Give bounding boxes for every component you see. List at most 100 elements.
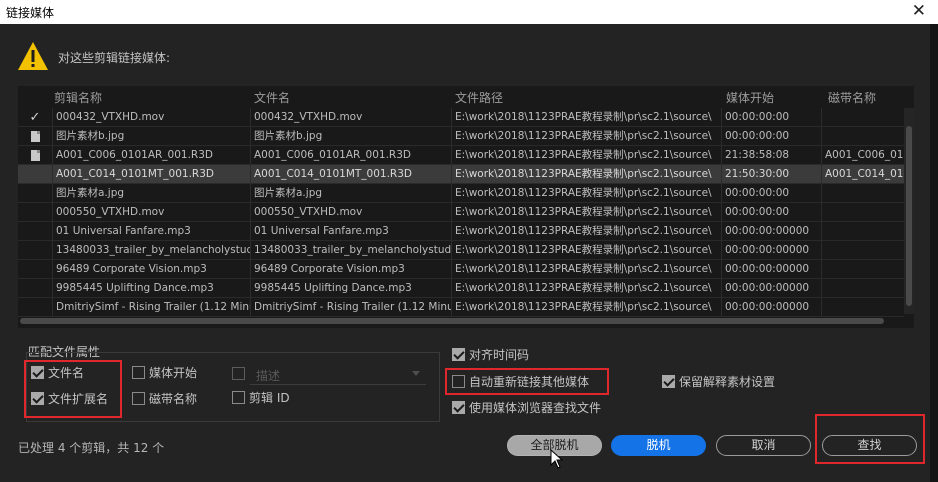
table-row[interactable]: 000550_VTXHD.mov 000550_VTXHD.mov E:\work\… (18, 203, 904, 222)
table-row[interactable]: 图片素材a.jpg 图片素材a.jpg E:\work\2018\1123PRAE教… (18, 184, 904, 203)
status-cell (18, 146, 52, 165)
file-path-cell: E:\work\2018\1123PRAE教程录制\pr\sc2.1\sourc… (451, 298, 721, 317)
mouse-cursor-icon (550, 449, 564, 469)
window-edge (930, 24, 938, 482)
media-start-cell: 00:00:00:00 (721, 108, 821, 127)
tape-name-cell (821, 108, 904, 127)
file-path-cell: E:\work\2018\1123PRAE教程录制\pr\sc2.1\sourc… (451, 108, 721, 127)
checkbox-box[interactable] (132, 366, 145, 379)
checkbox-box[interactable] (452, 348, 465, 361)
file-path-cell: E:\work\2018\1123PRAE教程录制\pr\sc2.1\sourc… (451, 146, 721, 165)
col-file-name[interactable]: 文件名 (254, 89, 290, 106)
media-start-cell: 00:00:00:00000 (721, 260, 821, 279)
media-start-cell: 00:00:00:00 (721, 203, 821, 222)
checkbox-box[interactable] (232, 391, 245, 404)
tape-name-cell (821, 298, 904, 317)
highlight-box-file-attrs (24, 360, 122, 418)
clip-name-cell: 01 Universal Fanfare.mp3 (52, 222, 250, 241)
status-cell (18, 279, 52, 298)
table-row[interactable]: A001_C014_0101MT_001.R3D A001_C014_0101MT… (18, 165, 904, 184)
preserve-interpret-checkbox[interactable]: 保留解释素材设置 (662, 373, 775, 391)
file-path-cell: E:\work\2018\1123PRAE教程录制\pr\sc2.1\sourc… (451, 260, 721, 279)
file-path-cell: E:\work\2018\1123PRAE教程录制\pr\sc2.1\sourc… (451, 222, 721, 241)
file-name-cell: 图片素材b.jpg (250, 127, 451, 146)
file-name-cell: 000550_VTXHD.mov (250, 203, 451, 222)
media-start-checkbox[interactable]: 媒体开始 (132, 364, 197, 382)
clip-name-cell: A001_C006_0101AR_001.R3D (52, 146, 250, 165)
locate-button[interactable]: 查找 (822, 435, 917, 456)
checkbox-box[interactable] (452, 401, 465, 414)
media-start-cell: 00:00:00:00 (721, 184, 821, 203)
file-path-cell: E:\work\2018\1123PRAE教程录制\pr\sc2.1\sourc… (451, 127, 721, 146)
table-row[interactable]: DmitriySimf - Rising Trailer (1.12 Minut… (18, 298, 904, 317)
status-cell (18, 298, 52, 317)
checkbox-box[interactable] (232, 367, 245, 380)
status-text: 已处理 4 个剪辑，共 12 个 (18, 441, 165, 455)
title-bar: 链接媒体 ✕ (0, 0, 938, 24)
chevron-down-icon (412, 371, 420, 376)
clip-name-cell: DmitriySimf - Rising Trailer (1.12 Minut (52, 298, 250, 317)
clip-id-checkbox[interactable]: 剪辑 ID (232, 389, 290, 407)
table-row[interactable]: 01 Universal Fanfare.mp3 01 Universal Fan… (18, 222, 904, 241)
tape-name-cell (821, 203, 904, 222)
media-start-cell: 21:50:30:00 (721, 165, 821, 184)
table-row[interactable]: 图片素材b.jpg 图片素材b.jpg E:\work\2018\1123PRAE教… (18, 127, 904, 146)
table-row[interactable]: ✓ 000432_VTXHD.mov 000432_VTXHD.mov E:\work… (18, 108, 904, 127)
clip-name-cell: A001_C014_0101MT_001.R3D (52, 165, 250, 184)
link-media-dialog: 链接媒体 ✕ 对这些剪辑链接媒体: 剪辑名称 文件名 文件路径 媒体开始 磁带名… (0, 0, 938, 482)
use-media-browser-checkbox[interactable]: 使用媒体浏览器查找文件 (452, 399, 601, 417)
description-dropdown[interactable]: 描述 (250, 365, 426, 385)
file-name-cell: 000432_VTXHD.mov (250, 108, 451, 127)
media-start-cell: 21:38:58:08 (721, 146, 821, 165)
col-file-path[interactable]: 文件路径 (455, 89, 503, 106)
file-name-cell: A001_C014_0101MT_001.R3D (250, 165, 451, 184)
offline-button[interactable]: 脱机 (611, 435, 706, 456)
file-name-cell: 9985445 Uplifting Dance.mp3 (250, 279, 451, 298)
table-row[interactable]: 96489 Corporate Vision.mp3 96489 Corporat… (18, 260, 904, 279)
warning-icon (18, 42, 48, 70)
media-start-cell: 00:00:00:00000 (721, 279, 821, 298)
table-row[interactable]: A001_C006_0101AR_001.R3D A001_C006_0101AR… (18, 146, 904, 165)
col-media-start[interactable]: 媒体开始 (726, 89, 774, 106)
file-name-cell: A001_C006_0101AR_001.R3D (250, 146, 451, 165)
align-timecode-checkbox[interactable]: 对齐时间码 (452, 346, 529, 364)
checkbox-box[interactable] (662, 375, 675, 388)
col-tape-name[interactable]: 磁带名称 (828, 89, 876, 106)
file-name-cell: 01 Universal Fanfare.mp3 (250, 222, 451, 241)
clip-name-cell: 000550_VTXHD.mov (52, 203, 250, 222)
file-path-cell: E:\work\2018\1123PRAE教程录制\pr\sc2.1\sourc… (451, 203, 721, 222)
vertical-scrollbar[interactable] (904, 108, 914, 314)
cancel-button[interactable]: 取消 (716, 435, 811, 456)
file-path-cell: E:\work\2018\1123PRAE教程录制\pr\sc2.1\sourc… (451, 184, 721, 203)
file-path-cell: E:\work\2018\1123PRAE教程录制\pr\sc2.1\sourc… (451, 241, 721, 260)
description-checkbox[interactable] (232, 367, 249, 385)
file-name-cell: 图片素材a.jpg (250, 184, 451, 203)
file-name-cell: 13480033_trailer_by_melancholystudio (250, 241, 451, 260)
status-cell: ✓ (18, 108, 52, 127)
status-cell (18, 165, 52, 184)
tape-name-cell (821, 127, 904, 146)
check-icon: ✓ (29, 110, 41, 125)
horizontal-scrollbar[interactable] (20, 316, 900, 326)
status-cell (18, 260, 52, 279)
file-icon (30, 150, 40, 161)
clip-table: 剪辑名称 文件名 文件路径 媒体开始 磁带名称 ✓ 000432_VTXHD.mo… (18, 86, 914, 328)
tape-name-cell: A001_C006_0101 (821, 146, 904, 165)
tape-name-checkbox[interactable]: 磁带名称 (132, 390, 197, 408)
table-row[interactable]: 9985445 Uplifting Dance.mp3 9985445 Uplif… (18, 279, 904, 298)
close-icon[interactable]: ✕ (912, 2, 926, 20)
media-start-cell: 00:00:00:00 (721, 127, 821, 146)
status-cell (18, 222, 52, 241)
clip-name-cell: 图片素材b.jpg (52, 127, 250, 146)
media-start-cell: 00:00:00:00000 (721, 222, 821, 241)
status-cell (18, 241, 52, 260)
table-row[interactable]: 13480033_trailer_by_melancholystudio 1348… (18, 241, 904, 260)
status-cell (18, 203, 52, 222)
clip-name-cell: 000432_VTXHD.mov (52, 108, 250, 127)
window-title: 链接媒体 (6, 6, 55, 20)
tape-name-cell: A001_C014_0101 (821, 165, 904, 184)
col-clip-name[interactable]: 剪辑名称 (54, 89, 102, 106)
status-cell (18, 127, 52, 146)
file-name-cell: 96489 Corporate Vision.mp3 (250, 260, 451, 279)
checkbox-box[interactable] (132, 392, 145, 405)
